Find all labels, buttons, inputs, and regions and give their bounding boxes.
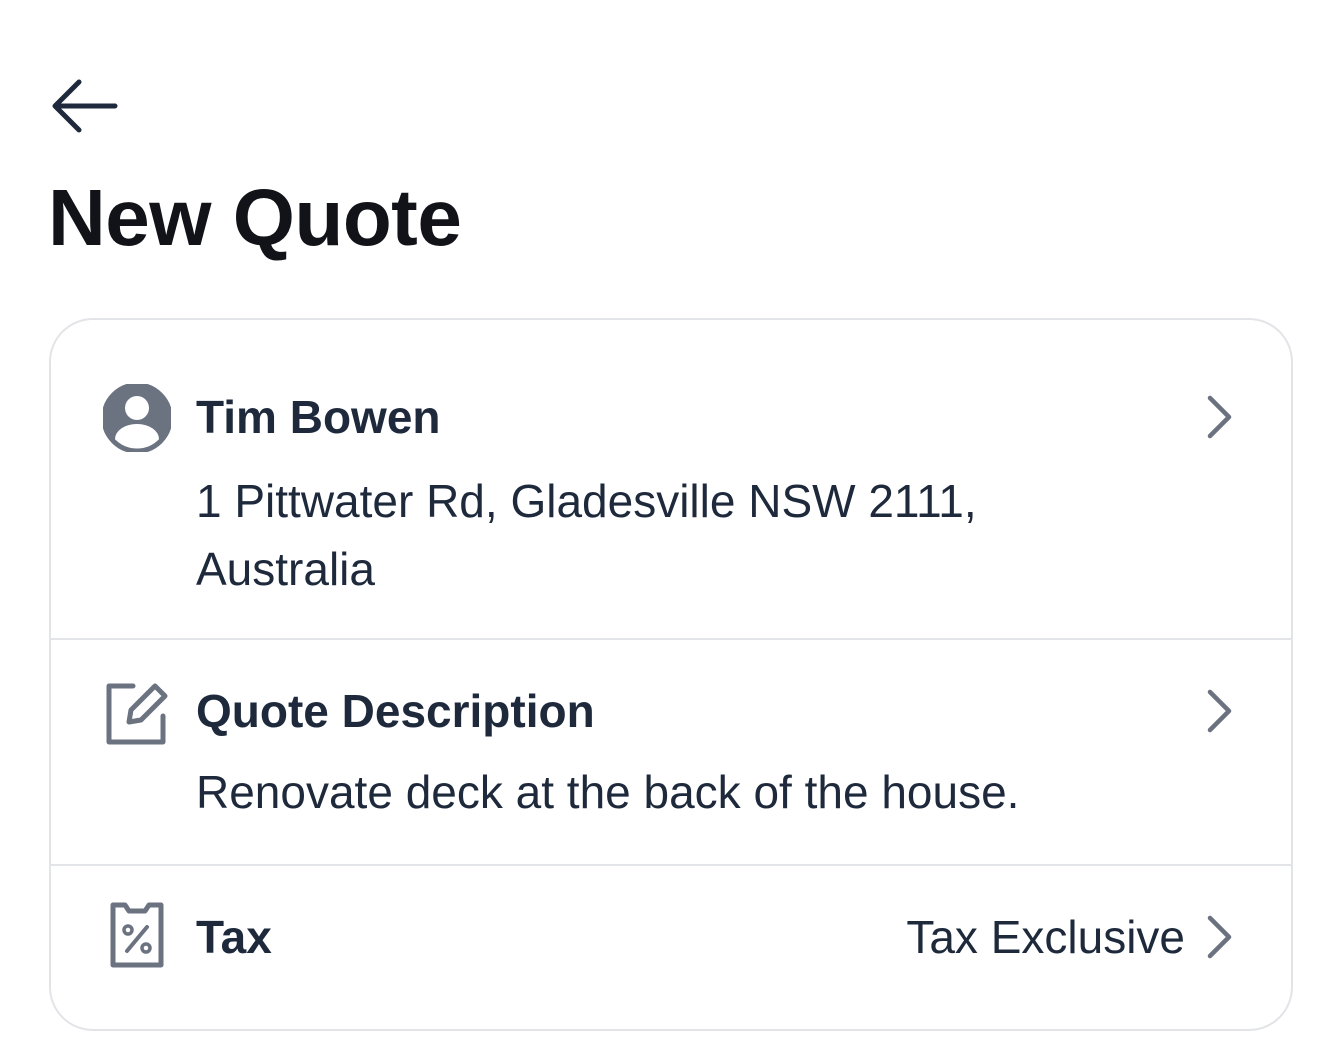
tax-value: Tax Exclusive [906,911,1185,963]
customer-name: Tim Bowen [196,391,441,443]
edit-note-icon [101,678,173,750]
chevron-right-icon [1199,909,1239,965]
page-title: New Quote [48,173,462,262]
quote-description-text: Renovate deck at the back of the house. [196,766,1020,818]
arrow-left-icon [49,76,119,141]
tax-receipt-icon [101,900,173,972]
customer-row[interactable]: Tim Bowen 1 Pittwater Rd, Gladesville NS… [51,320,1291,640]
chevron-right-icon [1199,683,1239,739]
user-circle-icon [101,382,173,454]
quote-details-card: Tim Bowen 1 Pittwater Rd, Gladesville NS… [49,318,1293,1031]
quote-description-label: Quote Description [196,685,595,737]
tax-label: Tax [196,911,272,963]
tax-row[interactable]: Tax Tax Exclusive [51,864,1291,1029]
customer-address: 1 Pittwater Rd, Gladesville NSW 2111, Au… [196,475,977,595]
quote-description-row[interactable]: Quote Description Renovate deck at the b… [51,638,1291,866]
new-quote-screen: New Quote Tim Bowen 1 Pittwater Rd, Glad… [0,0,1342,1047]
back-button[interactable] [44,72,124,144]
chevron-right-icon [1199,389,1239,445]
